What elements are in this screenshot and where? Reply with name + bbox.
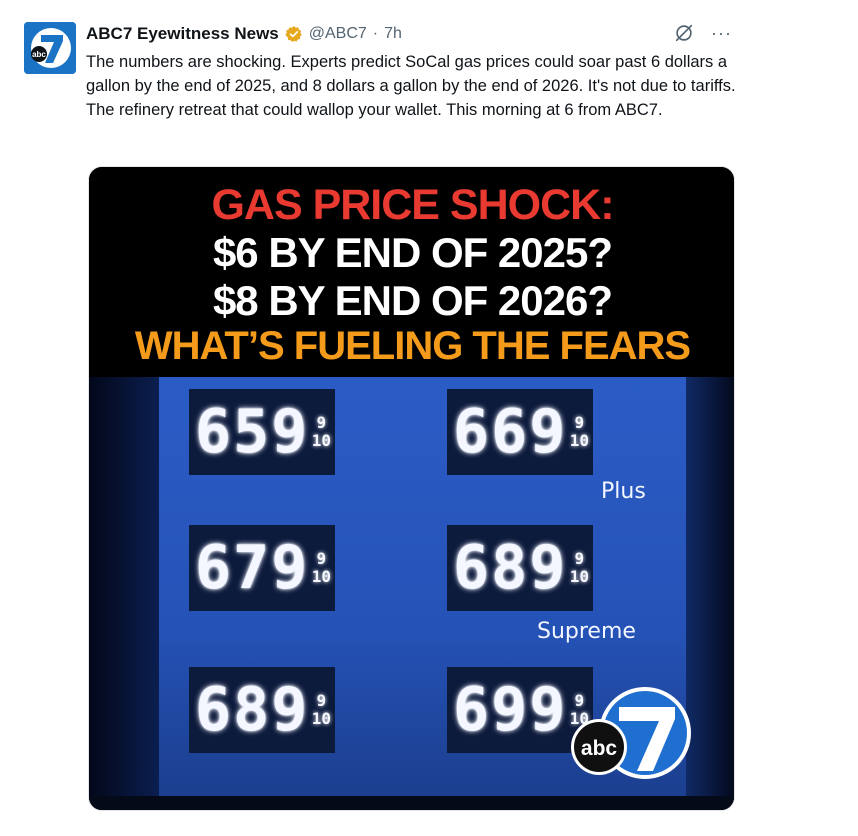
- sign-bottom-strip: [89, 796, 734, 810]
- abc7-logo-icon: abc: [24, 22, 76, 74]
- price-tenth-top: 9: [574, 413, 585, 432]
- price-display: 689 9 10: [189, 667, 336, 753]
- headline-line-4: WHAT’S FUELING THE FEARS: [134, 324, 691, 368]
- price-tenth: 9 10: [569, 532, 590, 604]
- avatar[interactable]: abc: [24, 22, 76, 74]
- price-tenth: 9 10: [311, 674, 332, 746]
- price-digits: 669: [453, 397, 568, 467]
- abc-logo-text: abc: [581, 737, 618, 760]
- price-tenth-top: 9: [316, 413, 327, 432]
- price-digits: 679: [195, 533, 310, 603]
- price-display: 689 9 10: [447, 525, 594, 611]
- headline-line-1: GAS PRICE SHOCK:: [211, 181, 614, 229]
- price-display: 679 9 10: [189, 525, 336, 611]
- verified-badge-icon[interactable]: [285, 25, 303, 43]
- abc7-watermark-icon: abc: [571, 687, 691, 779]
- tweet[interactable]: abc ABC7 Eyewitness News @ABC7 · 7h ··· …: [0, 0, 858, 836]
- price-display: 669 9 10: [447, 389, 594, 475]
- price-display: 659 9 10: [189, 389, 336, 475]
- price-tenth-bottom: 10: [311, 431, 332, 450]
- grade-label-supreme: Supreme: [537, 619, 636, 644]
- tweet-media-image[interactable]: GAS PRICE SHOCK: $6 BY END OF 2025? $8 B…: [88, 166, 735, 811]
- price-digits: 689: [195, 675, 310, 745]
- separator-dot: ·: [372, 25, 379, 42]
- price-tenth-bottom: 10: [311, 709, 332, 728]
- grok-icon[interactable]: [673, 22, 695, 44]
- more-icon[interactable]: ···: [711, 24, 732, 42]
- price-tenth-bottom: 10: [311, 567, 332, 586]
- price-digits: 659: [195, 397, 310, 467]
- price-tenth-top: 9: [316, 691, 327, 710]
- headline-banner: GAS PRICE SHOCK: $6 BY END OF 2025? $8 B…: [89, 167, 734, 377]
- price-tenth: 9 10: [311, 532, 332, 604]
- price-tenth-bottom: 10: [569, 431, 590, 450]
- price-tenth-top: 9: [574, 549, 585, 568]
- handle[interactable]: @ABC7: [309, 25, 367, 43]
- headline-line-3: $8 BY END OF 2026?: [212, 277, 613, 324]
- svg-text:abc: abc: [32, 50, 46, 59]
- price-digits: 699: [453, 675, 568, 745]
- sign-shadow-left: [89, 377, 159, 810]
- price-tenth-top: 9: [316, 549, 327, 568]
- timestamp[interactable]: 7h: [384, 25, 402, 43]
- price-tenth-bottom: 10: [569, 567, 590, 586]
- tweet-header: ABC7 Eyewitness News @ABC7 · 7h: [86, 20, 402, 48]
- tweet-text: The numbers are shocking. Experts predic…: [86, 53, 736, 119]
- price-tenth: 9 10: [311, 396, 332, 468]
- grade-label-plus: Plus: [601, 479, 646, 504]
- price-tenth: 9 10: [569, 396, 590, 468]
- display-name[interactable]: ABC7 Eyewitness News: [86, 24, 279, 44]
- headline-line-2: $6 BY END OF 2025?: [212, 229, 613, 276]
- tweet-top-actions: ···: [673, 22, 732, 44]
- price-digits: 689: [453, 533, 568, 603]
